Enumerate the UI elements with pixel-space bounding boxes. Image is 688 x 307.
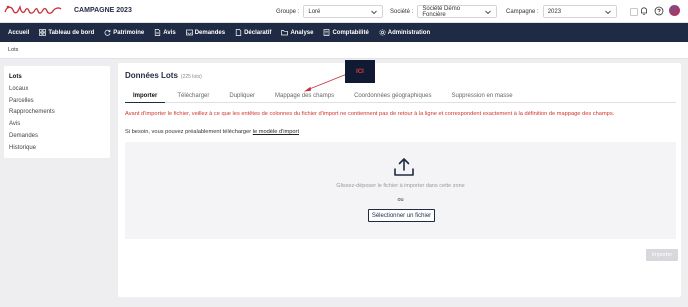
logo-graphic (4, 4, 62, 14)
tab-suppression-en-masse[interactable]: Suppression en masse (444, 91, 521, 103)
nav-item-label: Demandes (194, 29, 226, 36)
campagne-title: CAMPAGNE 2023 (74, 7, 132, 14)
societe-label: Société : (390, 8, 414, 15)
import-button[interactable]: Importer (646, 249, 678, 261)
nav-item-patrimoine[interactable]: Patrimoine (104, 29, 144, 36)
campagne-value: 2023 (547, 8, 562, 15)
societe-value: Société Démo Foncière (422, 5, 461, 18)
page-title: Données Lots (225 lots) (125, 71, 202, 80)
societe-dropdown[interactable]: Société Démo Foncière (417, 5, 498, 18)
annotation-arrow (304, 73, 348, 92)
societe-selector: Société : Société Démo Foncière (390, 4, 498, 19)
dropzone-or: ou (397, 197, 404, 203)
upload-icon (393, 157, 415, 177)
nav-item-label: Avis (163, 29, 176, 36)
import-hint: Si besoin, vous pouvez préalablement tél… (125, 129, 299, 135)
sidebar: Lots Locaux Parcelles Rapprochements Avis Dem… (4, 66, 110, 158)
avatar[interactable] (669, 5, 680, 16)
nav-item-label: Déclaratif (244, 29, 272, 36)
help-icon[interactable] (654, 6, 664, 16)
inbox-icon (185, 29, 193, 36)
sidebar-item-historique[interactable]: Historique (9, 143, 105, 155)
campagne-selector: Campagne : 2023 (506, 4, 617, 19)
sidebar-item-locaux[interactable]: Locaux (9, 84, 105, 96)
nav-item-demandes[interactable]: Demandes (185, 29, 226, 36)
campagne-dropdown[interactable]: 2023 (542, 5, 617, 18)
header-icons (639, 5, 680, 16)
tabs: Importer Télécharger Dupliquer Mappage des … (125, 91, 676, 103)
sidebar-item-avis[interactable]: Avis (9, 119, 105, 131)
tab-coordonn-es-g-ographiques[interactable]: Coordonnées géographiques (346, 91, 439, 103)
refresh-icon (104, 29, 111, 36)
app-logo[interactable] (4, 4, 62, 19)
main-panel: Données Lots (225 lots) Importer Téléchar… (118, 63, 681, 297)
nav-item-label: Patrimoine (113, 29, 145, 36)
nav-item-label: Accueil (8, 29, 30, 36)
nav-item-analyse[interactable]: Analyse (281, 29, 313, 36)
groupe-label: Groupe : (276, 8, 300, 15)
calculator-icon (323, 29, 330, 36)
main-nav: Accueil Tableau de bord Patrimoine Avis Dema… (0, 23, 688, 42)
groupe-value: Loré (308, 8, 321, 15)
sidebar-item-parcelles[interactable]: Parcelles (9, 96, 105, 108)
select-file-button[interactable]: Sélectionner un fichier (368, 209, 435, 222)
logo-mark (4, 3, 62, 21)
folder-icon (281, 29, 289, 36)
groupe-selector: Groupe : Loré (276, 4, 384, 19)
chevron-down-icon (484, 8, 492, 16)
import-template-link[interactable]: le modèle d'import (253, 129, 299, 135)
nav-item-comptabilit-[interactable]: Comptabilité (323, 29, 369, 36)
file-dropzone[interactable]: Glissez-déposer le fichier à importer da… (125, 142, 676, 239)
hint-text: Si besoin, vous pouvez préalablement tél… (125, 129, 253, 135)
sidebar-item-lots[interactable]: Lots (9, 72, 105, 84)
nav-item-label: Tableau de bord (48, 29, 95, 36)
nav-item-label: Comptabilité (332, 29, 369, 36)
gear-icon (379, 29, 386, 36)
nav-item-label: Administration (387, 29, 431, 36)
tab-importer[interactable]: Importer (125, 91, 166, 103)
sidebar-item-demandes[interactable]: Demandes (9, 131, 105, 143)
nav-item-avis[interactable]: Avis (154, 29, 176, 36)
nav-item-tableau-de-bord[interactable]: Tableau de bord (39, 29, 94, 36)
top-header: CAMPAGNE 2023 Groupe : Loré Société : So… (0, 0, 688, 23)
bell-icon[interactable] (639, 6, 649, 16)
dropzone-text: Glissez-déposer le fichier à importer da… (336, 183, 465, 189)
page-title-text: Données Lots (125, 71, 178, 80)
groupe-dropdown[interactable]: Loré (303, 5, 384, 18)
nav-item-d-claratif[interactable]: Déclaratif (235, 29, 271, 36)
tab-dupliquer[interactable]: Dupliquer (221, 91, 263, 103)
dashboard-icon (39, 29, 47, 36)
annotation-callout: ICI (345, 60, 375, 83)
import-warning: Avant d'importer le fichier, veillez à c… (125, 111, 615, 117)
document-icon (154, 29, 161, 36)
campagne-label: Campagne : (506, 8, 539, 15)
chat-icon[interactable] (630, 8, 638, 16)
lots-count: (225 lots) (180, 74, 202, 80)
nav-item-accueil[interactable]: Accueil (8, 30, 29, 36)
nav-item-administration[interactable]: Administration (379, 29, 430, 36)
nav-item-label: Analyse (290, 29, 314, 36)
chevron-down-icon (604, 8, 612, 16)
tab-t-l-charger[interactable]: Télécharger (169, 91, 217, 103)
sidebar-item-rapprochements[interactable]: Rapprochements (9, 107, 105, 119)
file-icon (235, 29, 242, 36)
chevron-down-icon (370, 8, 378, 16)
breadcrumb: Lots (0, 42, 688, 59)
